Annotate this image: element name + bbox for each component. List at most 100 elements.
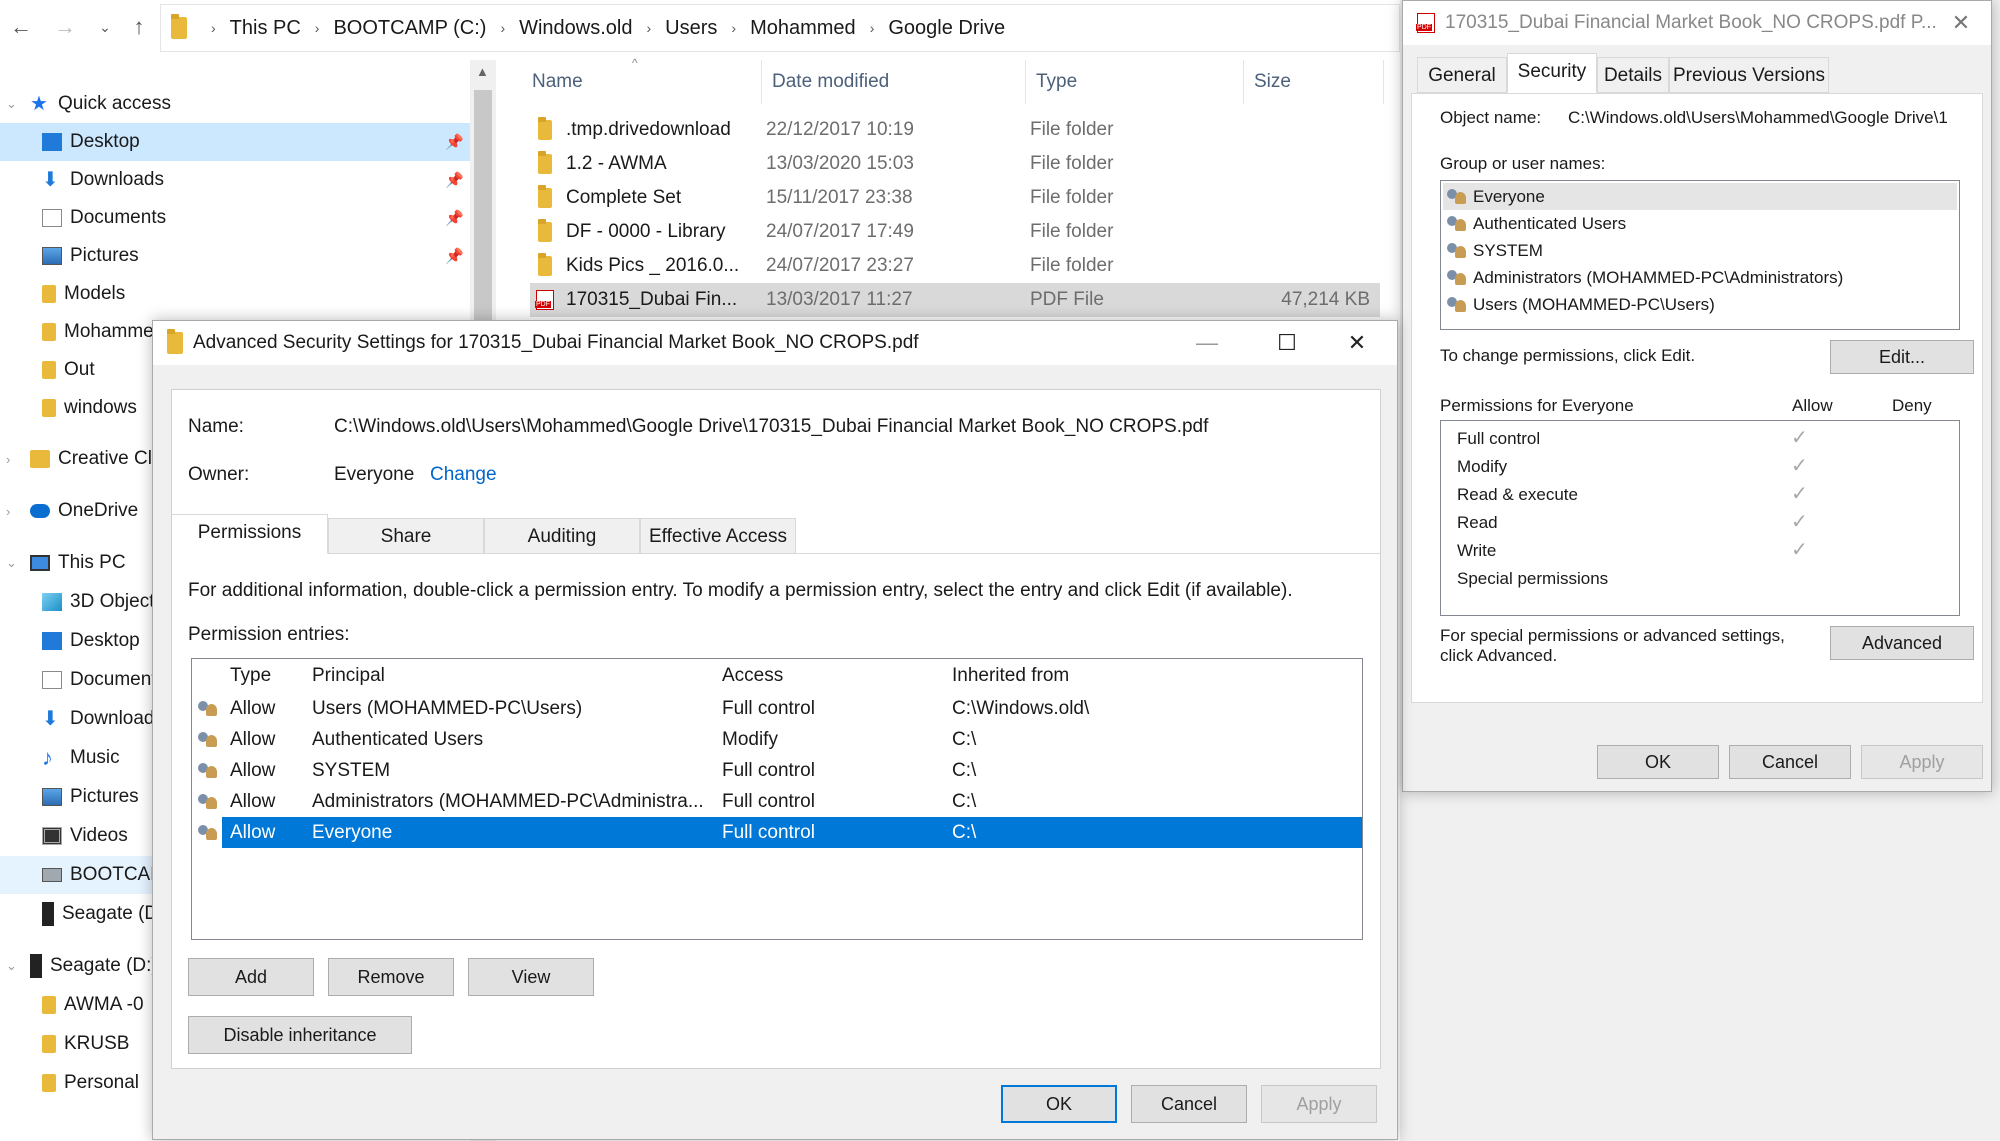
sidebar-item-models[interactable]: Models — [0, 275, 470, 313]
ok-button[interactable]: OK — [1597, 745, 1719, 779]
column-header-type[interactable]: Type — [230, 659, 271, 693]
title-bar: 170315_Dubai Financial Market Book_NO CR… — [1403, 1, 1991, 45]
sidebar-item-label: Music — [70, 747, 120, 768]
chevron-down-icon[interactable]: ⌄ — [6, 555, 17, 571]
folder-icon — [171, 14, 187, 39]
up-arrow-icon[interactable]: ↑ — [124, 12, 154, 42]
file-row[interactable]: 170315_Dubai Fin... 13/03/2017 11:27 PDF… — [530, 283, 1380, 317]
minimize-icon[interactable]: — — [1177, 321, 1237, 365]
apply-button[interactable]: Apply — [1861, 745, 1983, 779]
scroll-up-icon[interactable]: ▲ — [476, 64, 489, 79]
tab-share[interactable]: Share — [328, 518, 484, 554]
documents-icon — [42, 671, 62, 689]
close-icon[interactable]: ✕ — [1931, 1, 1991, 45]
tab-previous-versions[interactable]: Previous Versions — [1669, 57, 1829, 93]
tab-effective-access[interactable]: Effective Access — [640, 518, 796, 554]
cancel-button[interactable]: Cancel — [1131, 1085, 1247, 1123]
chevron-right-icon[interactable]: › — [6, 504, 10, 519]
title-bar: Advanced Security Settings for 170315_Du… — [153, 321, 1397, 365]
back-arrow-icon[interactable]: ← — [6, 12, 36, 42]
tab-details[interactable]: Details — [1597, 57, 1669, 93]
breadcrumb-item[interactable]: Users — [665, 17, 717, 40]
sidebar-item-quick-access[interactable]: ⌄ ★ Quick access — [0, 85, 470, 123]
pin-icon[interactable]: 📌 — [445, 133, 464, 151]
close-icon[interactable]: ✕ — [1327, 321, 1387, 365]
sidebar-item-label: This PC — [58, 552, 126, 573]
chevron-right-icon[interactable]: › — [6, 452, 10, 467]
table-row[interactable]: Allow Authenticated Users Modify C:\ — [192, 724, 1362, 755]
apply-button[interactable]: Apply — [1261, 1085, 1377, 1123]
address-bar[interactable]: › This PC › BOOTCAMP (C:) › Windows.old … — [160, 4, 1400, 52]
sidebar-item-label: Models — [64, 283, 126, 304]
chevron-down-icon[interactable]: ⌄ — [6, 958, 17, 974]
table-row-selected[interactable]: Allow Everyone Full control C:\ — [198, 817, 1362, 848]
sidebar-item-label: Quick access — [58, 93, 171, 114]
column-header-type[interactable]: Type — [1026, 60, 1244, 104]
file-date: 24/07/2017 23:27 — [766, 255, 914, 276]
add-button[interactable]: Add — [188, 958, 314, 996]
table-row[interactable]: Allow Administrators (MOHAMMED-PC\Admini… — [192, 786, 1362, 817]
edit-button[interactable]: Edit... — [1830, 340, 1974, 374]
breadcrumb-item[interactable]: This PC — [230, 17, 301, 40]
column-header-inherited[interactable]: Inherited from — [952, 659, 1069, 693]
disable-inheritance-button[interactable]: Disable inheritance — [188, 1016, 412, 1054]
column-header-date[interactable]: Date modified — [762, 60, 1026, 104]
entry-inherited: C:\ — [952, 729, 977, 750]
breadcrumb-item[interactable]: Mohammed — [750, 17, 856, 40]
table-row[interactable]: Allow Users (MOHAMMED-PC\Users) Full con… — [192, 693, 1362, 724]
maximize-icon[interactable]: ☐ — [1257, 321, 1317, 365]
downloads-icon: ⬇ — [42, 708, 59, 730]
column-header-principal[interactable]: Principal — [312, 659, 385, 693]
file-row[interactable]: 1.2 - AWMA 13/03/2020 15:03 File folder — [530, 147, 1380, 181]
sidebar-item-downloads[interactable]: ⬇ Downloads 📌 — [0, 161, 470, 199]
list-item[interactable]: Everyone — [1443, 183, 1957, 210]
breadcrumb-item[interactable]: Windows.old — [519, 17, 632, 40]
click-advanced-text: click Advanced. — [1440, 646, 1558, 665]
view-button[interactable]: View — [468, 958, 594, 996]
sidebar-item-label: AWMA -0 — [64, 994, 144, 1015]
sidebar-item-desktop[interactable]: Desktop 📌 — [0, 123, 470, 161]
column-header-size[interactable]: Size — [1244, 60, 1384, 104]
list-item[interactable]: Authenticated Users — [1443, 210, 1626, 237]
folder-icon — [42, 399, 56, 417]
pictures-icon — [42, 788, 62, 806]
ok-button[interactable]: OK — [1001, 1085, 1117, 1123]
tab-general[interactable]: General — [1417, 57, 1507, 93]
sidebar-item-documents[interactable]: Documents 📌 — [0, 199, 470, 237]
column-header-access[interactable]: Access — [722, 659, 783, 693]
change-owner-link[interactable]: Change — [430, 464, 497, 486]
recent-locations-chevron-icon[interactable]: ⌄ — [90, 12, 120, 42]
file-row[interactable]: DF - 0000 - Library 24/07/2017 17:49 Fil… — [530, 215, 1380, 249]
breadcrumb-item[interactable]: BOOTCAMP (C:) — [333, 17, 486, 40]
advanced-button[interactable]: Advanced — [1830, 626, 1974, 660]
breadcrumb-item[interactable]: Google Drive — [888, 17, 1005, 40]
list-item[interactable]: Users (MOHAMMED-PC\Users) — [1443, 291, 1715, 318]
entry-inherited: C:\ — [952, 760, 977, 781]
file-size: 47,214 KB — [1281, 289, 1370, 310]
chevron-down-icon[interactable]: ⌄ — [6, 96, 17, 112]
file-row[interactable]: Kids Pics _ 2016.0... 24/07/2017 23:27 F… — [530, 249, 1380, 283]
file-name: Complete Set — [566, 187, 682, 208]
users-icon — [198, 823, 218, 841]
file-row[interactable]: Complete Set 15/11/2017 23:38 File folde… — [530, 181, 1380, 215]
list-item[interactable]: Administrators (MOHAMMED-PC\Administrato… — [1443, 264, 1843, 291]
cancel-button[interactable]: Cancel — [1729, 745, 1851, 779]
table-row[interactable]: Allow SYSTEM Full control C:\ — [192, 755, 1362, 786]
tab-permissions[interactable]: Permissions — [172, 514, 328, 554]
file-row[interactable]: .tmp.drivedownload 22/12/2017 10:19 File… — [530, 113, 1380, 147]
creative-cloud-icon — [30, 450, 50, 468]
remove-button[interactable]: Remove — [328, 958, 454, 996]
permission-entries-table[interactable]: Type Principal Access Inherited from All… — [191, 658, 1363, 940]
forward-arrow-icon[interactable]: → — [50, 12, 80, 42]
pin-icon[interactable]: 📌 — [445, 247, 464, 265]
list-item[interactable]: SYSTEM — [1443, 237, 1543, 264]
pin-icon[interactable]: 📌 — [445, 209, 464, 227]
tab-security[interactable]: Security — [1507, 53, 1597, 93]
group-user-list[interactable]: Everyone Authenticated Users SYSTEM Admi… — [1440, 180, 1960, 330]
tab-auditing[interactable]: Auditing — [484, 518, 640, 554]
sidebar-item-pictures[interactable]: Pictures 📌 — [0, 237, 470, 275]
column-header-name[interactable]: Name — [522, 60, 762, 104]
pin-icon[interactable]: 📌 — [445, 171, 464, 189]
advanced-security-dialog: Advanced Security Settings for 170315_Du… — [152, 320, 1398, 1140]
users-icon — [1447, 214, 1467, 232]
